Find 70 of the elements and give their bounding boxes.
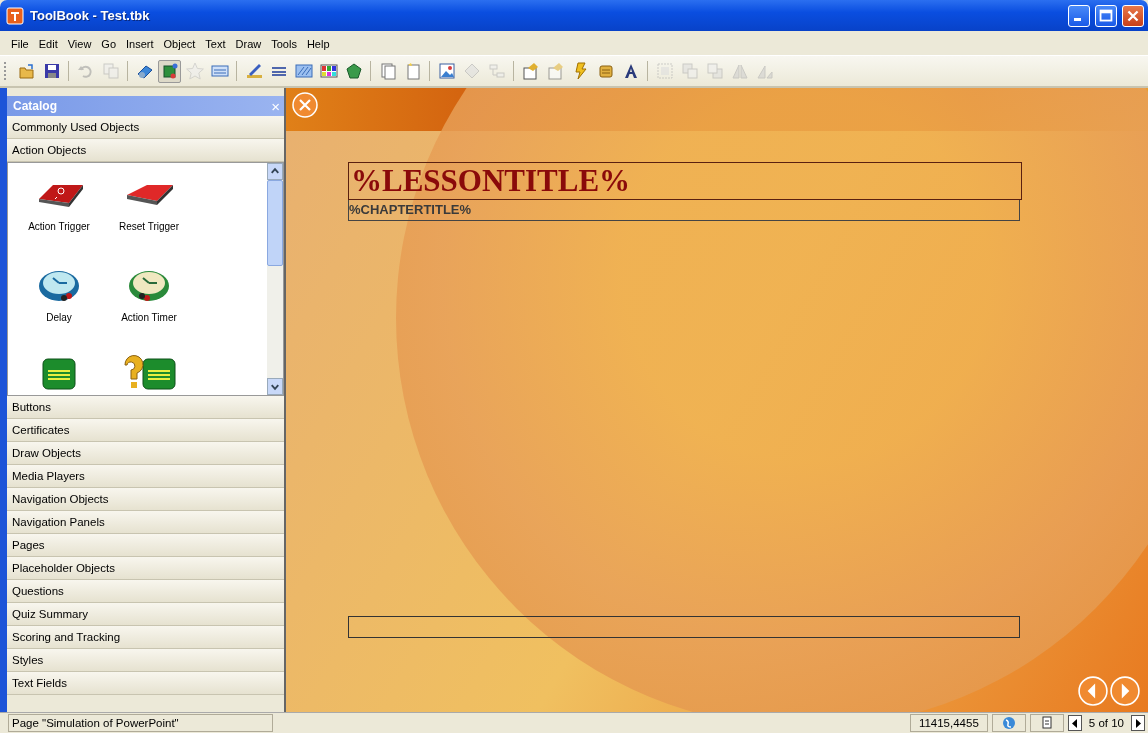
catalog-section[interactable]: Commonly Used Objects (7, 116, 284, 139)
menu-item[interactable]: View (62, 38, 97, 50)
catalog-section[interactable]: Action Objects (7, 139, 284, 162)
catalog-section[interactable]: Pages (7, 534, 284, 557)
catalog-section[interactable]: Quiz Summary (7, 603, 284, 626)
catalog-section[interactable]: Navigation Objects (7, 488, 284, 511)
catalog-section[interactable]: Placeholder Objects (7, 557, 284, 580)
menu-item[interactable]: File (6, 38, 34, 50)
copy-icon (101, 62, 120, 80)
picture-icon (437, 62, 456, 80)
scrollbar[interactable] (267, 163, 283, 395)
pattern-icon (294, 62, 313, 80)
catalog-section[interactable]: Styles (7, 649, 284, 672)
minimize-icon (1074, 17, 1081, 21)
pages-icon (378, 62, 397, 80)
maximize-button[interactable] (1095, 4, 1117, 27)
properties-icon (521, 62, 540, 80)
catalog-section[interactable]: Navigation Panels (7, 511, 284, 534)
catalog-section[interactable]: Draw Objects (7, 442, 284, 465)
object-label: Delay (46, 312, 72, 323)
catalog-title: Catalog (13, 99, 57, 113)
menu-item[interactable]: Tools (266, 38, 302, 50)
exit-button[interactable] (292, 92, 318, 118)
menu-item[interactable]: Text (200, 38, 231, 50)
pentagon-icon (344, 62, 363, 80)
previous-page-button[interactable] (1067, 715, 1082, 731)
menu-item[interactable]: Edit (33, 38, 63, 50)
catalog-section[interactable]: Buttons (7, 396, 284, 419)
properties-icon (546, 62, 565, 80)
status-message: Page "Simulation of PowerPoint" (8, 714, 273, 732)
cube-button[interactable] (158, 59, 181, 83)
star-icon (185, 62, 204, 80)
flip-horizontal-icon (730, 62, 749, 80)
previous-button[interactable] (1078, 676, 1108, 706)
hierarchy-icon (487, 62, 506, 80)
window-title: ToolBook - Test.tbk (30, 8, 150, 23)
send-backward-icon (705, 62, 724, 80)
menu-item[interactable]: Draw (230, 38, 267, 50)
object-label: Action Timer (121, 312, 177, 323)
close-button[interactable] (1122, 4, 1144, 27)
chapter-title-field: %CHAPTERTITLE% (348, 200, 1020, 221)
coordinates: 11415,4455 (909, 714, 988, 732)
scrollbar-thumb[interactable] (267, 180, 283, 266)
next-button[interactable] (1110, 676, 1140, 706)
app-logo-icon (6, 6, 24, 25)
diamond-icon (462, 62, 481, 80)
cube-icon (160, 62, 179, 80)
toolbar-grip (4, 62, 9, 80)
catalog-section[interactable]: Media Players (7, 465, 284, 488)
object-label: Action Trigger (28, 221, 90, 232)
text-field-icon (210, 62, 229, 80)
catalog-section[interactable]: Questions (7, 580, 284, 603)
bring-forward-icon (680, 62, 699, 80)
menu-item[interactable]: Insert (121, 38, 159, 50)
catalog-section[interactable]: Scoring and Tracking (7, 626, 284, 649)
folder-icon (17, 62, 36, 80)
menu-item[interactable]: Object (158, 38, 201, 50)
group-icon (655, 62, 674, 80)
catalog-section[interactable]: Text Fields (7, 672, 284, 695)
menu-item[interactable]: Help (301, 38, 335, 50)
lesson-title-field: %LESSONTITLE% (348, 162, 1022, 200)
object-label: Reset Trigger (119, 221, 179, 232)
page-position: 5 of 10 (1087, 717, 1125, 729)
menu-item[interactable]: Go (96, 38, 122, 50)
catalog-section[interactable]: Certificates (7, 419, 284, 442)
next-page-button[interactable] (1131, 715, 1145, 731)
pencil-ruler-icon (244, 62, 263, 80)
color-grid-icon (319, 62, 338, 80)
minimize-button[interactable] (1068, 4, 1090, 27)
globe-icon[interactable] (991, 714, 1026, 732)
